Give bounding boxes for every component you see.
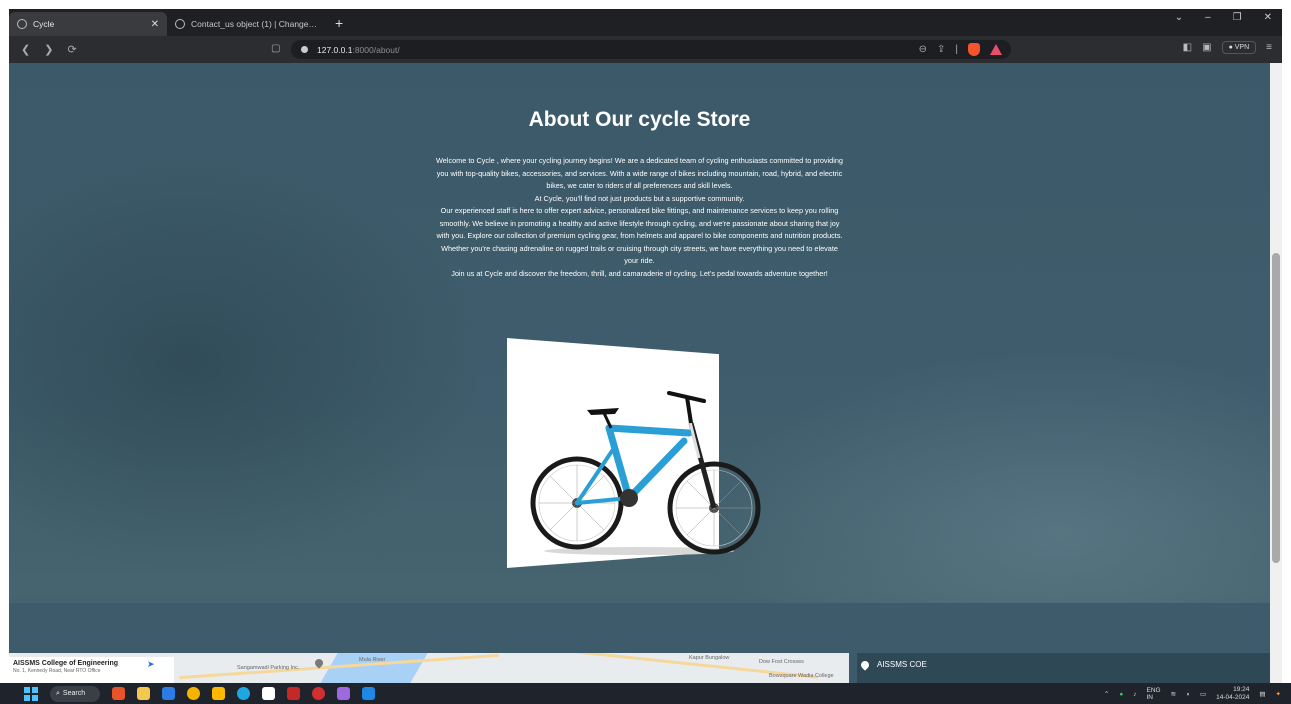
address-bar[interactable]: 127.0.0.1:8000/about/	[291, 40, 1011, 59]
address-path: :8000/about/	[352, 44, 400, 55]
wallet-icon[interactable]: ▣	[1202, 42, 1211, 53]
sidebar-icon[interactable]: ◧	[1183, 42, 1192, 53]
globe-icon	[17, 19, 27, 29]
about-paragraph: Welcome to Cycle , where your cycling jo…	[436, 156, 843, 190]
map-road	[459, 653, 819, 679]
share-icon[interactable]: ⇪	[937, 44, 945, 55]
app-icon[interactable]	[287, 687, 300, 700]
git-icon[interactable]	[337, 687, 350, 700]
location-pin-icon	[859, 658, 871, 671]
scrollbar-thumb[interactable]	[1272, 253, 1280, 563]
taskbar-search[interactable]: ⌕ Search	[50, 685, 100, 702]
location-label: AISSMS COE	[877, 660, 927, 669]
language-code: ENG	[1146, 687, 1161, 694]
about-paragraph: Join us at Cycle and discover the freedo…	[451, 268, 828, 278]
bike-image	[530, 391, 761, 555]
location-item: AISSMS COE	[859, 658, 927, 671]
file-explorer-icon[interactable]	[212, 687, 225, 700]
chrome-icon[interactable]	[187, 687, 200, 700]
tab-title: Cycle	[33, 19, 55, 29]
time: 19:24	[1233, 686, 1250, 693]
todo-icon[interactable]	[262, 687, 275, 700]
globe-icon	[175, 19, 185, 29]
page-scrollbar[interactable]	[1270, 63, 1282, 683]
nav-buttons: ❮ ❯ ⟳	[21, 43, 77, 56]
address-actions: ⊖ ⇪ |	[919, 43, 1002, 56]
tab-contact-us[interactable]: Contact_us object (1) | Change conta	[167, 12, 327, 36]
language-indicator[interactable]: ENG IN	[1147, 687, 1161, 701]
edge-icon[interactable]	[237, 687, 250, 700]
calendar-app-icon[interactable]	[137, 687, 150, 700]
directions-icon[interactable]: ➤	[147, 659, 159, 671]
search-icon: ⌕	[56, 689, 60, 697]
brave-shields-icon[interactable]	[968, 43, 980, 56]
language-region: IN	[1146, 694, 1154, 701]
zoom-icon[interactable]: ⊖	[919, 44, 927, 55]
site-info-icon[interactable]	[301, 46, 308, 53]
about-text: Welcome to Cycle , where your cycling jo…	[434, 155, 845, 280]
tab-title: Contact_us object (1) | Change conta	[191, 19, 319, 29]
clock[interactable]: 19:24 14-04-2024	[1216, 686, 1249, 702]
contact-info: AISSMS COE	[857, 653, 1270, 683]
forward-icon[interactable]: ❯	[44, 43, 53, 56]
system-tray: ⌃ ● ♪ ENG IN ≋ ◖ ▭ 19:24 14-04-2024 ▤ ✦	[1104, 686, 1281, 702]
notifications-icon[interactable]: ▤	[1259, 690, 1265, 698]
green-status-icon[interactable]: ●	[1119, 691, 1123, 698]
map-label: Bowsquare Wadia College	[769, 673, 834, 679]
copilot-icon[interactable]: ✦	[1276, 690, 1281, 698]
vscode-icon[interactable]	[362, 687, 375, 700]
address-host: 127.0.0.1	[317, 44, 353, 55]
browser-tab-bar: Cycle ✕ Contact_us object (1) | Change c…	[9, 9, 1282, 36]
reload-icon[interactable]: ⟳	[67, 43, 76, 56]
tab-cycle[interactable]: Cycle ✕	[9, 12, 167, 36]
mail-icon[interactable]	[162, 687, 175, 700]
restore-icon[interactable]: ❐	[1233, 12, 1242, 23]
new-tab-button[interactable]: +	[335, 15, 343, 31]
search-label: Search	[62, 690, 86, 697]
page-title: About Our cycle Store	[528, 108, 751, 131]
window-controls: ⌄ – ❐ ✕	[1175, 12, 1272, 23]
map-label: Dow Fost Crosses	[759, 659, 804, 665]
windows-start-icon[interactable]	[24, 686, 38, 701]
toolbar-right: ◧ ▣ ● VPN ≡	[1183, 41, 1272, 54]
vpn-label: VPN	[1234, 44, 1250, 51]
vpn-button[interactable]: ● VPN	[1221, 41, 1257, 54]
map-embed[interactable]: AISSMS College of Engineering No. 1, Ken…	[9, 653, 849, 683]
about-paragraph: At Cycle, you'll find not just products …	[534, 193, 745, 203]
windows-taskbar: ⌕ Search ⌃ ● ♪ ENG IN ≋ ◖ ▭ 19:24 14-04-20…	[0, 683, 1291, 704]
page-content: About Our cycle Store Welcome to Cycle ,…	[9, 63, 1270, 683]
back-icon[interactable]: ❮	[21, 43, 30, 56]
menu-icon[interactable]: ≡	[1266, 42, 1272, 53]
divider: |	[955, 44, 958, 55]
tab-search-icon[interactable]: ⌄	[1175, 12, 1183, 23]
brave-rewards-icon[interactable]	[990, 44, 1002, 55]
opera-icon[interactable]	[312, 687, 325, 700]
minimize-icon[interactable]: –	[1205, 12, 1211, 23]
map-label: Sangamwadi Parking Inc.	[237, 665, 300, 671]
chevron-up-icon[interactable]: ⌃	[1104, 690, 1109, 698]
close-window-icon[interactable]: ✕	[1264, 12, 1272, 23]
browser-toolbar: ❮ ❯ ⟳ ▢ 127.0.0.1:8000/about/ ⊖ ⇪ | ◧ ▣ …	[9, 36, 1282, 63]
map-label: Kapur Bungalow	[689, 655, 730, 661]
battery-icon[interactable]: ▭	[1200, 690, 1206, 698]
brave-browser-icon[interactable]	[112, 687, 125, 700]
map-label: Mula River	[359, 657, 386, 663]
close-tab-icon[interactable]: ✕	[151, 19, 159, 30]
volume-icon[interactable]: ◖	[1186, 691, 1190, 698]
microphone-icon[interactable]: ♪	[1133, 691, 1136, 698]
bookmark-icon[interactable]: ▢	[271, 43, 280, 54]
wifi-icon[interactable]: ≋	[1171, 690, 1176, 698]
about-paragraph: Our experienced staff is here to offer e…	[436, 206, 843, 265]
date: 14-04-2024	[1216, 694, 1250, 701]
